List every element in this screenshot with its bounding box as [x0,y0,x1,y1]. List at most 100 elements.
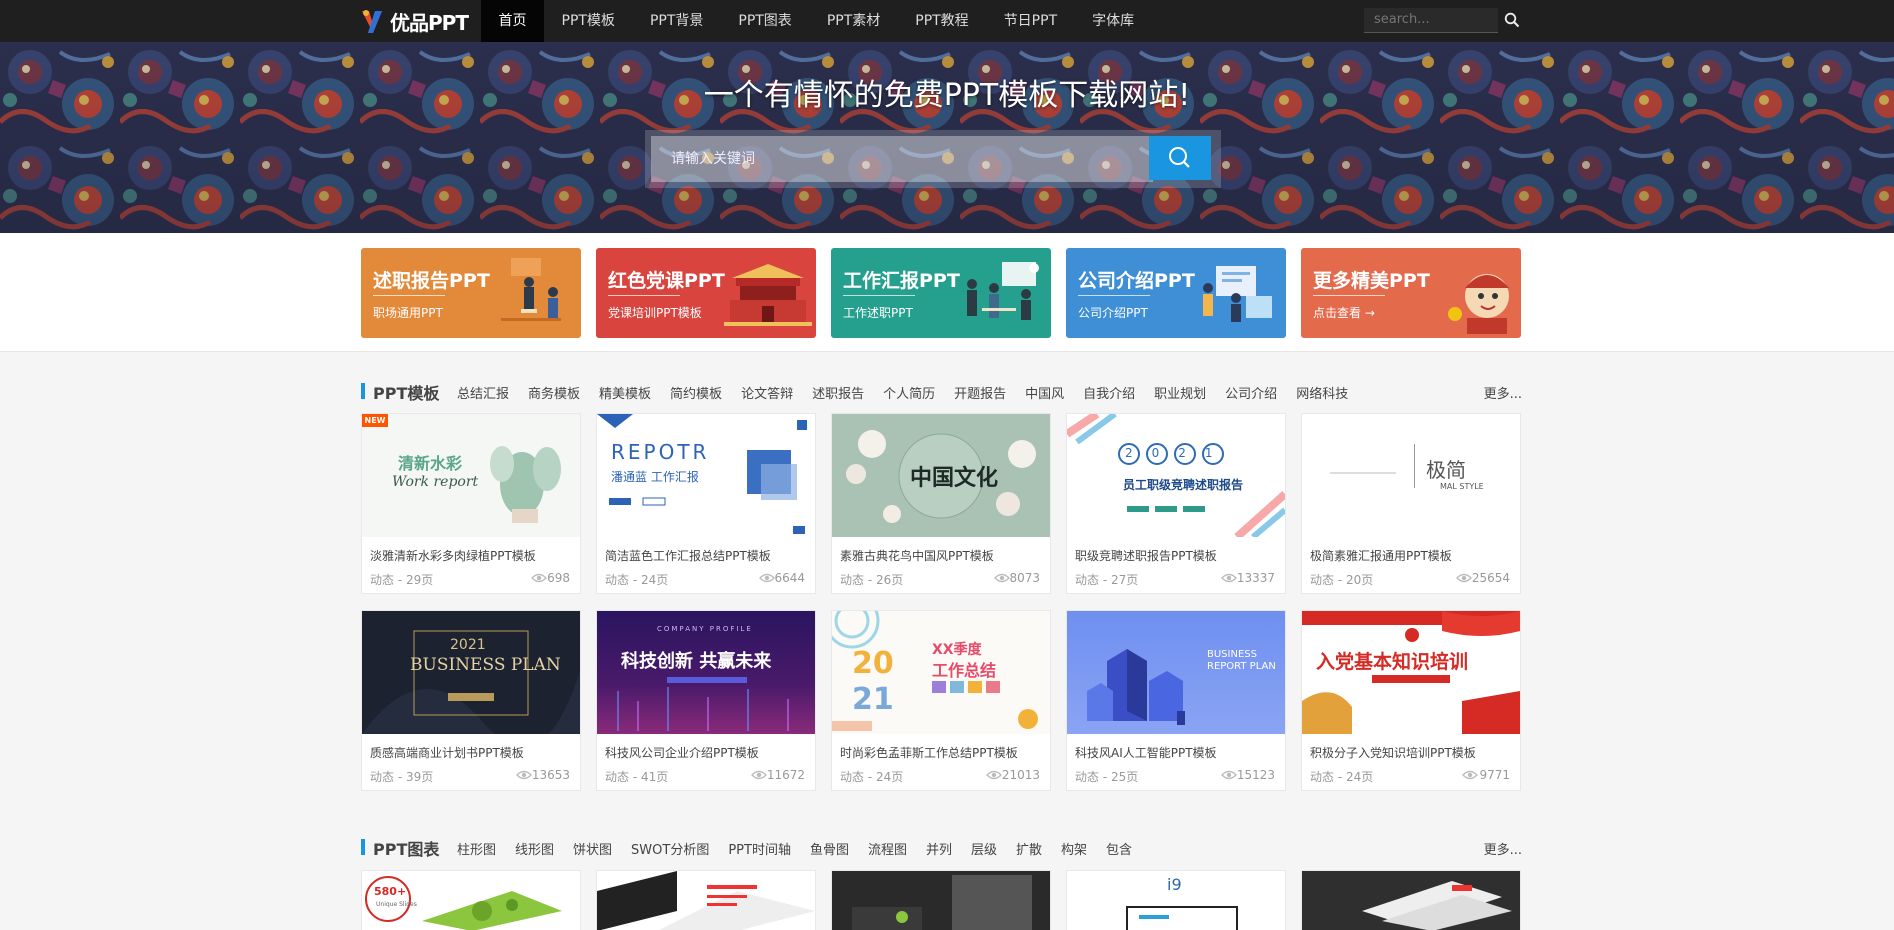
tag-link[interactable]: 总结汇报 [457,383,509,402]
tag-link[interactable]: 述职报告 [812,383,864,402]
tag-link[interactable]: 饼状图 [573,839,612,858]
template-card[interactable]: 入党基本知识培训 积极分子入党知识培训PPT模板 动态 - 24页 9771 [1301,610,1521,791]
nav-ppt-tutorials[interactable]: PPT教程 [898,0,986,42]
card-title[interactable]: 科技风公司企业介绍PPT模板 [605,744,759,761]
tag-link[interactable]: 包含 [1106,839,1132,858]
card-title[interactable]: 素雅古典花鸟中国风PPT模板 [840,547,994,564]
card-meta: 动态 - 41页 [605,770,669,784]
tag-link[interactable]: 简约模板 [670,383,722,402]
card-title[interactable]: 淡雅清新水彩多肉绿植PPT模板 [370,547,536,564]
chart-card[interactable] [831,870,1051,930]
tag-link[interactable]: 线形图 [515,839,554,858]
card-thumbnail: REPOTR 潘通蓝 工作汇报 [597,414,815,537]
svg-text:20: 20 [852,646,894,681]
thumb-subtitle: 潘通蓝 工作汇报 [611,470,699,484]
section-header-charts: PPT图表 柱形图 线形图 饼状图 SWOT分析图 PPT时间轴 鱼骨图 流程图… [361,836,1522,859]
hero-search-box [645,130,1221,188]
card-meta: 动态 - 24页 [1310,770,1374,784]
template-card[interactable]: COMPANY PROFILE 科技创新 共赢未来 科技风公司企业介绍PPT模板… [596,610,816,791]
banner-report[interactable]: 述职报告PPT 职场通用PPT [361,248,581,338]
eye-icon [516,770,532,780]
template-card[interactable]: BUSINESS REPORT PLAN 科技风AI人工智能PPT模板 动态 -… [1066,610,1286,791]
card-title[interactable]: 时尚彩色孟菲斯工作总结PPT模板 [840,744,1018,761]
tag-link[interactable]: 个人简历 [883,383,935,402]
template-card[interactable]: 清新水彩 Work report NEW 淡雅清新水彩多肉绿植PPT模板 动态 … [361,413,581,594]
thumb-title: 中国文化 [910,465,999,491]
hero-search-input[interactable] [651,136,1153,182]
nav-fonts[interactable]: 字体库 [1075,0,1152,42]
tag-link[interactable]: 柱形图 [457,839,496,858]
banner-party[interactable]: 红色党课PPT 党课培训PPT模板 [596,248,816,338]
tag-link[interactable]: 扩散 [1016,839,1042,858]
tag-link[interactable]: 鱼骨图 [810,839,849,858]
card-title[interactable]: 极简素雅汇报通用PPT模板 [1310,547,1452,564]
eye-icon [986,770,1002,780]
more-link[interactable]: 更多... [1484,839,1522,858]
tag-link[interactable]: 流程图 [868,839,907,858]
nav-holiday-ppt[interactable]: 节日PPT [986,0,1074,42]
card-title[interactable]: 职级竞聘述职报告PPT模板 [1075,547,1217,564]
section-title: PPT图表 [373,840,440,859]
card-views: 698 [547,571,570,585]
thumb-title: i9 [1167,875,1182,894]
card-meta: 动态 - 24页 [605,573,669,587]
site-logo[interactable]: 优品PPT [360,5,469,37]
hero-search-button[interactable] [1149,136,1211,180]
chart-card[interactable] [1301,870,1521,930]
template-card[interactable]: 员工职级竞聘述职报告 2021 职级竞聘述职报告PPT模板 动态 - 27页 1… [1066,413,1286,594]
nav-ppt-backgrounds[interactable]: PPT背景 [632,0,720,42]
card-views: 15123 [1236,768,1275,782]
tag-link[interactable]: 论文答辩 [741,383,793,402]
tag-link[interactable]: PPT时间轴 [728,839,791,858]
template-card[interactable]: REPOTR 潘通蓝 工作汇报 简洁蓝色工作汇报总结PPT模板 动态 - 24页… [596,413,816,594]
tag-link[interactable]: 商务模板 [528,383,580,402]
eye-icon [1221,770,1237,780]
banner-work-report[interactable]: 工作汇报PPT 工作述职PPT [831,248,1051,338]
tag-link[interactable]: 并列 [926,839,952,858]
card-meta: 动态 - 29页 [370,573,434,587]
thumb-subtitle: MAL STYLE [1440,482,1484,491]
card-title[interactable]: 质感高端商业计划书PPT模板 [370,744,524,761]
banner-title: 红色党课PPT [608,270,725,292]
search-icon[interactable] [1504,12,1520,28]
chart-card[interactable] [596,870,816,930]
template-card[interactable]: 中国文化 素雅古典花鸟中国风PPT模板 动态 - 26页 8073 [831,413,1051,594]
tag-link[interactable]: 网络科技 [1296,383,1348,402]
card-title[interactable]: 简洁蓝色工作汇报总结PPT模板 [605,547,771,564]
tiananmen-illustration [724,264,812,326]
template-card[interactable]: 20 21 XX季度 工作总结 时尚彩色孟菲斯工作总结PPT模板 动态 - 24… [831,610,1051,791]
template-card[interactable]: 2021 BUSINESS PLAN 质感高端商业计划书PPT模板 动态 - 3… [361,610,581,791]
eye-icon [1462,770,1478,780]
nav-ppt-templates[interactable]: PPT模板 [544,0,632,42]
chart-card[interactable]: 580+ Unique Slides [361,870,581,930]
tag-link[interactable]: 职业规划 [1154,383,1206,402]
tag-link[interactable]: SWOT分析图 [631,839,709,858]
banner-subtitle: 公司介绍PPT [1078,306,1148,320]
nav-ppt-materials[interactable]: PPT素材 [809,0,897,42]
tag-link[interactable]: 公司介绍 [1225,383,1277,402]
eye-icon [531,573,547,583]
tag-link[interactable]: 构架 [1061,839,1087,858]
tag-link[interactable]: 开题报告 [954,383,1006,402]
banner-title: 更多精美PPT [1313,270,1430,292]
chart-card[interactable]: i9 [1066,870,1286,930]
template-card[interactable]: 极简 MAL STYLE 极简素雅汇报通用PPT模板 动态 - 20页 2565… [1301,413,1521,594]
top-search-input[interactable] [1364,8,1484,31]
card-title[interactable]: 科技风AI人工智能PPT模板 [1075,744,1217,761]
tag-link[interactable]: 层级 [971,839,997,858]
tag-link[interactable]: 精美模板 [599,383,651,402]
nav-ppt-charts[interactable]: PPT图表 [721,0,809,42]
logo-icon [360,7,386,35]
nav-home[interactable]: 首页 [481,0,544,42]
card-thumbnail: i9 [1067,871,1285,930]
banner-more[interactable]: 更多精美PPT 点击查看 → [1301,248,1521,338]
category-banners: 述职报告PPT 职场通用PPT 红色党课PPT 党课培训PPT模板 工作汇报PP… [0,233,1894,352]
tag-link[interactable]: 中国风 [1025,383,1064,402]
tag-link[interactable]: 自我介绍 [1083,383,1135,402]
eye-icon [759,573,775,583]
thumb-subtitle: Unique Slides [376,901,417,908]
banner-company[interactable]: 公司介绍PPT 公司介绍PPT [1066,248,1286,338]
thumb-subtitle: 2021 [450,637,486,653]
card-title[interactable]: 积极分子入党知识培训PPT模板 [1310,744,1476,761]
more-link[interactable]: 更多... [1484,383,1522,402]
